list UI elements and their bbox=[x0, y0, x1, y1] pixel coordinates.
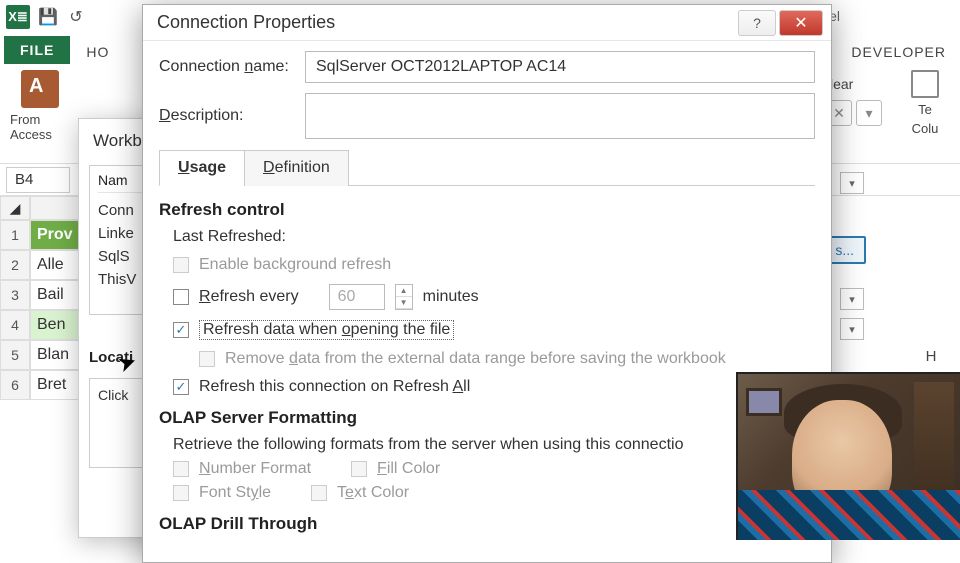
olap-formatting-section: OLAP Server Formatting Retrieve the foll… bbox=[159, 408, 815, 502]
connection-properties-dialog: Connection Properties ? ✕ Connection nam… bbox=[142, 4, 832, 563]
olap-formatting-heading: OLAP Server Formatting bbox=[159, 408, 815, 428]
enable-background-refresh-label: Enable background refresh bbox=[199, 256, 391, 274]
save-icon[interactable]: 💾 bbox=[38, 7, 58, 27]
text-to-columns-label-a: Te bbox=[918, 102, 932, 117]
row-header[interactable]: 6 bbox=[0, 370, 30, 400]
tab-definition[interactable]: Definition bbox=[244, 150, 349, 186]
from-access-label: From Access bbox=[10, 112, 70, 142]
remove-data-checkbox bbox=[199, 351, 215, 367]
tab-file[interactable]: FILE bbox=[4, 36, 70, 64]
undo-icon[interactable]: ↺ bbox=[66, 7, 86, 27]
refresh-all-label: Refresh this connection on Refresh All bbox=[199, 378, 470, 396]
panel-dropdown-icon[interactable]: ▾ bbox=[840, 288, 864, 310]
text-color-checkbox bbox=[311, 485, 327, 501]
from-access-button[interactable]: From Access bbox=[10, 70, 70, 142]
tab-developer[interactable]: DEVELOPER bbox=[837, 40, 960, 64]
select-all-corner[interactable]: ◢ bbox=[0, 196, 30, 220]
locations-hint: Click bbox=[98, 387, 128, 403]
fill-color-label: Fill Color bbox=[377, 460, 440, 478]
refresh-on-open-label: Refresh data when opening the file bbox=[199, 320, 454, 340]
refresh-every-stepper[interactable]: ▲▼ bbox=[395, 284, 413, 310]
description-field[interactable] bbox=[305, 93, 815, 139]
panel-dropdown-icon[interactable]: ▾ bbox=[840, 318, 864, 340]
refresh-all-checkbox[interactable] bbox=[173, 379, 189, 395]
row-header[interactable]: 2 bbox=[0, 250, 30, 280]
font-style-label: Font Style bbox=[199, 484, 271, 502]
row-header[interactable]: 1 bbox=[0, 220, 30, 250]
panel-dropdown[interactable]: ▾ bbox=[856, 100, 882, 126]
dialog-title: Connection Properties bbox=[151, 12, 735, 33]
enable-background-refresh-checkbox bbox=[173, 257, 189, 273]
ribbon-right-group: lear ✕ ▾ bbox=[826, 70, 882, 126]
excel-icon: X≣ bbox=[6, 5, 30, 29]
panel-dropdown-icon[interactable]: ▾ bbox=[840, 172, 864, 194]
refresh-control-section: Refresh control Last Refreshed: Enable b… bbox=[159, 200, 815, 396]
description-label: Description: bbox=[159, 107, 305, 125]
text-to-columns-label-b: Colu bbox=[912, 121, 939, 136]
olap-drill-section: OLAP Drill Through bbox=[159, 514, 815, 534]
webcam-overlay bbox=[736, 372, 960, 540]
refresh-every-checkbox[interactable] bbox=[173, 289, 189, 305]
col-header-h[interactable]: H bbox=[916, 348, 946, 365]
refresh-control-heading: Refresh control bbox=[159, 200, 815, 220]
olap-drill-heading: OLAP Drill Through bbox=[159, 514, 815, 534]
dialog-titlebar[interactable]: Connection Properties ? ✕ bbox=[143, 5, 831, 41]
fill-color-checkbox bbox=[351, 461, 367, 477]
connection-name-label: Connection name: bbox=[159, 58, 305, 76]
last-refreshed-label: Last Refreshed: bbox=[173, 228, 815, 246]
connection-name-field[interactable]: SqlServer OCT2012LAPTOP AC14 bbox=[305, 51, 815, 83]
number-format-checkbox bbox=[173, 461, 189, 477]
columns-icon bbox=[911, 70, 939, 98]
access-icon bbox=[21, 70, 59, 108]
text-to-columns-button[interactable]: Te Colu bbox=[900, 70, 950, 136]
tab-usage[interactable]: Usage bbox=[159, 150, 245, 186]
refresh-every-label: Refresh every bbox=[199, 288, 299, 306]
tab-home[interactable]: HO bbox=[72, 40, 123, 64]
row-header[interactable]: 4 bbox=[0, 310, 30, 340]
number-format-label: Number Format bbox=[199, 460, 311, 478]
row-header[interactable]: 3 bbox=[0, 280, 30, 310]
refresh-on-open-checkbox[interactable] bbox=[173, 322, 189, 338]
dialog-tabs: Usage Definition bbox=[159, 149, 815, 186]
minutes-label: minutes bbox=[423, 288, 479, 306]
text-color-label: Text Color bbox=[337, 484, 409, 502]
close-button[interactable]: ✕ bbox=[779, 10, 823, 36]
help-button[interactable]: ? bbox=[738, 10, 776, 36]
name-box[interactable]: B4 bbox=[6, 167, 70, 193]
refresh-every-value[interactable]: 60 bbox=[329, 284, 385, 310]
remove-data-label: Remove data from the external data range… bbox=[225, 350, 726, 368]
font-style-checkbox bbox=[173, 485, 189, 501]
row-header[interactable]: 5 bbox=[0, 340, 30, 370]
olap-formatting-sub: Retrieve the following formats from the … bbox=[159, 436, 815, 454]
